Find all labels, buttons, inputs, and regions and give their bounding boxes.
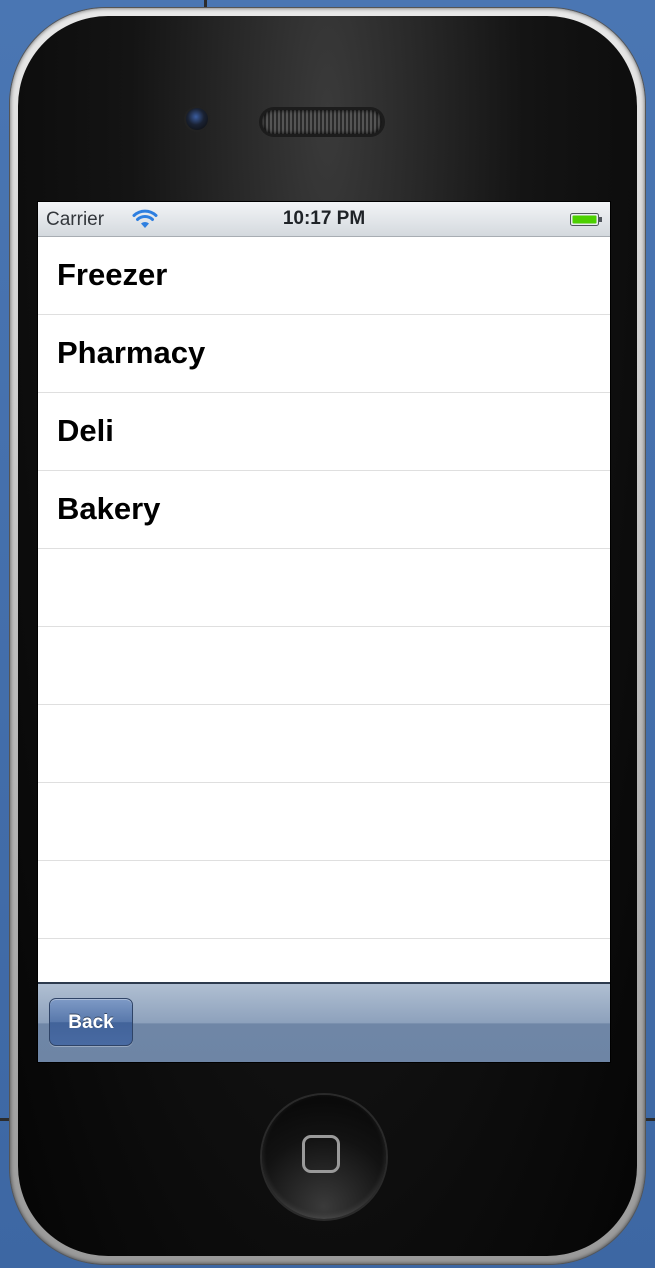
table-row[interactable]: Freezer bbox=[38, 237, 610, 315]
table-row[interactable]: Pharmacy bbox=[38, 315, 610, 393]
table-list[interactable]: Freezer Pharmacy Deli Bakery bbox=[38, 237, 610, 1017]
device-screen: Carrier 10:17 PM Freezer Pharmacy Deli Bake… bbox=[38, 202, 610, 1062]
status-bar: Carrier 10:17 PM bbox=[38, 202, 610, 237]
home-square-icon bbox=[302, 1135, 340, 1173]
table-row[interactable] bbox=[38, 627, 610, 705]
battery-icon bbox=[570, 213, 602, 226]
table-row[interactable] bbox=[38, 861, 610, 939]
row-label: Freezer bbox=[57, 257, 168, 292]
table-row[interactable]: Deli bbox=[38, 393, 610, 471]
home-button[interactable] bbox=[262, 1095, 386, 1219]
bottom-toolbar: Back bbox=[38, 982, 610, 1062]
row-label: Deli bbox=[57, 413, 114, 448]
front-camera-icon bbox=[186, 108, 208, 130]
table-row[interactable] bbox=[38, 705, 610, 783]
status-time: 10:17 PM bbox=[282, 208, 366, 229]
back-button[interactable]: Back bbox=[49, 998, 133, 1046]
earpiece-speaker-icon bbox=[262, 110, 382, 134]
table-row[interactable] bbox=[38, 549, 610, 627]
table-row[interactable]: Bakery bbox=[38, 471, 610, 549]
row-label: Pharmacy bbox=[57, 335, 206, 370]
table-row[interactable] bbox=[38, 783, 610, 861]
row-label: Bakery bbox=[57, 491, 161, 526]
